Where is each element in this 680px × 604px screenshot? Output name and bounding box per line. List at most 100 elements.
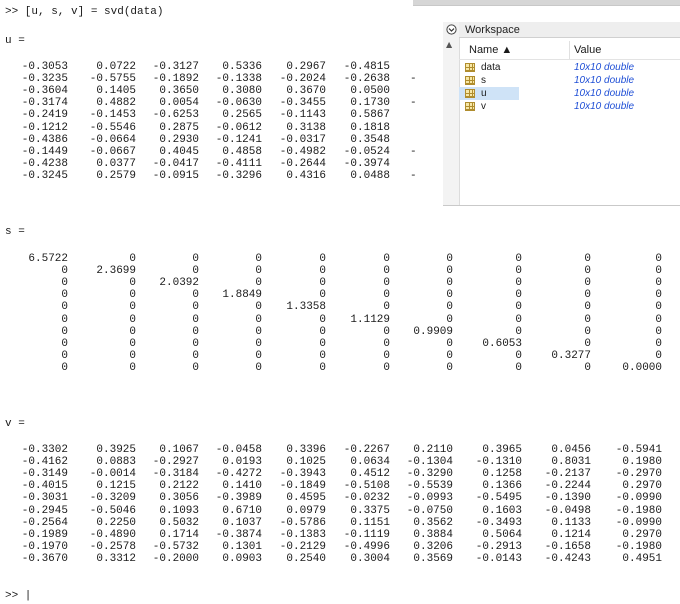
column-separator[interactable]: [569, 41, 570, 59]
matrix-cell: 0: [383, 265, 390, 278]
variable-name: u: [481, 88, 487, 99]
matrix-cell: 0.1405: [96, 85, 136, 98]
matrix-variable-icon: [465, 76, 475, 85]
matrix-cell: -0.1119: [343, 528, 390, 541]
matrix-cell: 0.3396: [286, 444, 326, 456]
matrix-cell: 0: [515, 349, 522, 362]
matrix-cell: 0: [584, 325, 591, 338]
matrix-cell: 0: [319, 349, 326, 362]
matrix-cell: 0.1093: [159, 504, 199, 517]
matrix-cell: 0: [129, 349, 136, 362]
matrix-cell: -0.2927: [152, 456, 199, 469]
matrix-cell: 0: [255, 313, 262, 326]
matrix-cell: 0: [446, 337, 453, 350]
matrix-cell: -0.0612: [215, 121, 262, 134]
matrix-cell: -0.2267: [343, 444, 390, 456]
matrix-cell: -0.3235: [21, 73, 68, 86]
matrix-cell: 0.3925: [96, 444, 136, 456]
matrix-cell: 0.4512: [350, 468, 390, 481]
matrix-cell: -0.0915: [152, 169, 199, 182]
matrix-cell: -0.1658: [544, 540, 591, 553]
matrix-cell: 0: [655, 337, 662, 350]
matrix-cell: 0: [383, 289, 390, 302]
workspace-var-row-selected[interactable]: u 10x10 double: [459, 87, 680, 100]
matrix-cell: 0.2110: [413, 444, 453, 456]
matrix-cell: -0.3184: [152, 468, 199, 481]
matrix-cell: -0.0990: [615, 492, 662, 505]
matrix-cell: -0.4815: [343, 61, 390, 73]
matrix-cell: 0.5336: [222, 61, 262, 73]
matrix-cell: 0: [655, 325, 662, 338]
matrix-cell: 0.6053: [482, 337, 522, 350]
matrix-cell: 0: [584, 361, 591, 374]
matrix-cell: 0: [319, 337, 326, 350]
matrix-cell: -0.5495: [475, 492, 522, 505]
matrix-cell: -0.4111: [215, 157, 262, 170]
matrix-cell: 0.0000: [622, 361, 662, 374]
matrix-cell: -0.3604: [21, 85, 68, 98]
matrix-cell: 0: [129, 361, 136, 374]
matrix-cell: -0.1310: [475, 456, 522, 469]
matrix-cell: 0.2930: [159, 133, 199, 146]
matrix-cell: 0: [255, 361, 262, 374]
matrix-cell: -0.1980: [615, 504, 662, 517]
matrix-cell: -0.3053: [21, 61, 68, 73]
matrix-cell: 0.0193: [222, 456, 262, 469]
matrix-cell: 0: [61, 277, 68, 290]
matrix-cell: -0.2000: [152, 552, 199, 565]
chevron-down-circle-icon[interactable]: [443, 24, 459, 38]
matrix-cell: -0.3302: [21, 444, 68, 456]
matrix-cell: -0.2244: [544, 480, 591, 493]
workspace-var-row[interactable]: data 10x10 double: [459, 61, 680, 74]
matrix-cell: 0: [655, 253, 662, 265]
matrix-cell: 0: [655, 265, 662, 278]
matrix-cell: -0.5108: [343, 480, 390, 493]
matrix-cell: 0: [655, 313, 662, 326]
matrix-cell: 0: [515, 277, 522, 290]
matrix-cell: -0.0630: [215, 97, 262, 110]
matrix-cell: 1.1129: [350, 313, 390, 326]
matrix-cell: 0.1980: [622, 456, 662, 469]
matrix-cell: 0.3277: [551, 349, 591, 362]
matrix-cell: -0.1383: [279, 528, 326, 541]
matrix-cell: 0: [655, 289, 662, 302]
truncation-mark: -: [410, 97, 417, 110]
variable-name: data: [481, 62, 501, 73]
command-prompt[interactable]: >> |: [5, 590, 31, 603]
matrix-cell: 6.5722: [28, 253, 68, 265]
matrix-cell: -0.1241: [215, 133, 262, 146]
matrix-cell: 0: [255, 349, 262, 362]
matrix-cell: -0.3493: [475, 516, 522, 529]
matrix-cell: -0.1390: [544, 492, 591, 505]
matrix-cell: -0.2970: [615, 468, 662, 481]
truncation-mark: -: [410, 145, 417, 158]
column-header-name[interactable]: Name ▲: [469, 41, 512, 59]
matrix-cell: 0: [129, 313, 136, 326]
matrix-cell: -0.5755: [89, 73, 136, 86]
s-label: s =: [5, 226, 25, 238]
workspace-var-row[interactable]: s 10x10 double: [459, 74, 680, 87]
matrix-cell: 0: [515, 289, 522, 302]
matrix-cell: 0: [192, 349, 199, 362]
scroll-up-arrow-icon[interactable]: ▲: [446, 40, 452, 49]
command-line: >> [u, s, v] = svd(data): [5, 6, 164, 18]
matrix-cell: -0.4243: [544, 552, 591, 565]
workspace-title: Workspace: [459, 22, 680, 38]
column-header-value[interactable]: Value: [574, 41, 601, 59]
matrix-cell: 0.4951: [622, 552, 662, 565]
matrix-cell: 0: [129, 325, 136, 338]
matrix-cell: 0: [129, 253, 136, 265]
matrix-cell: 0.5032: [159, 516, 199, 529]
matrix-cell: 0: [255, 325, 262, 338]
matrix-cell: 0: [515, 253, 522, 265]
matrix-cell: -0.5046: [89, 504, 136, 517]
matrix-cell: -0.4238: [21, 157, 68, 170]
matrix-cell: 0.2250: [96, 516, 136, 529]
matrix-cell: 0.4316: [286, 169, 326, 182]
matrix-cell: -0.5546: [89, 121, 136, 134]
u-label: u =: [5, 35, 25, 47]
matrix-cell: -0.3149: [21, 468, 68, 481]
workspace-var-row[interactable]: v 10x10 double: [459, 100, 680, 113]
matrix-cell: 0.0883: [96, 456, 136, 469]
matrix-cell: 0.2875: [159, 121, 199, 134]
